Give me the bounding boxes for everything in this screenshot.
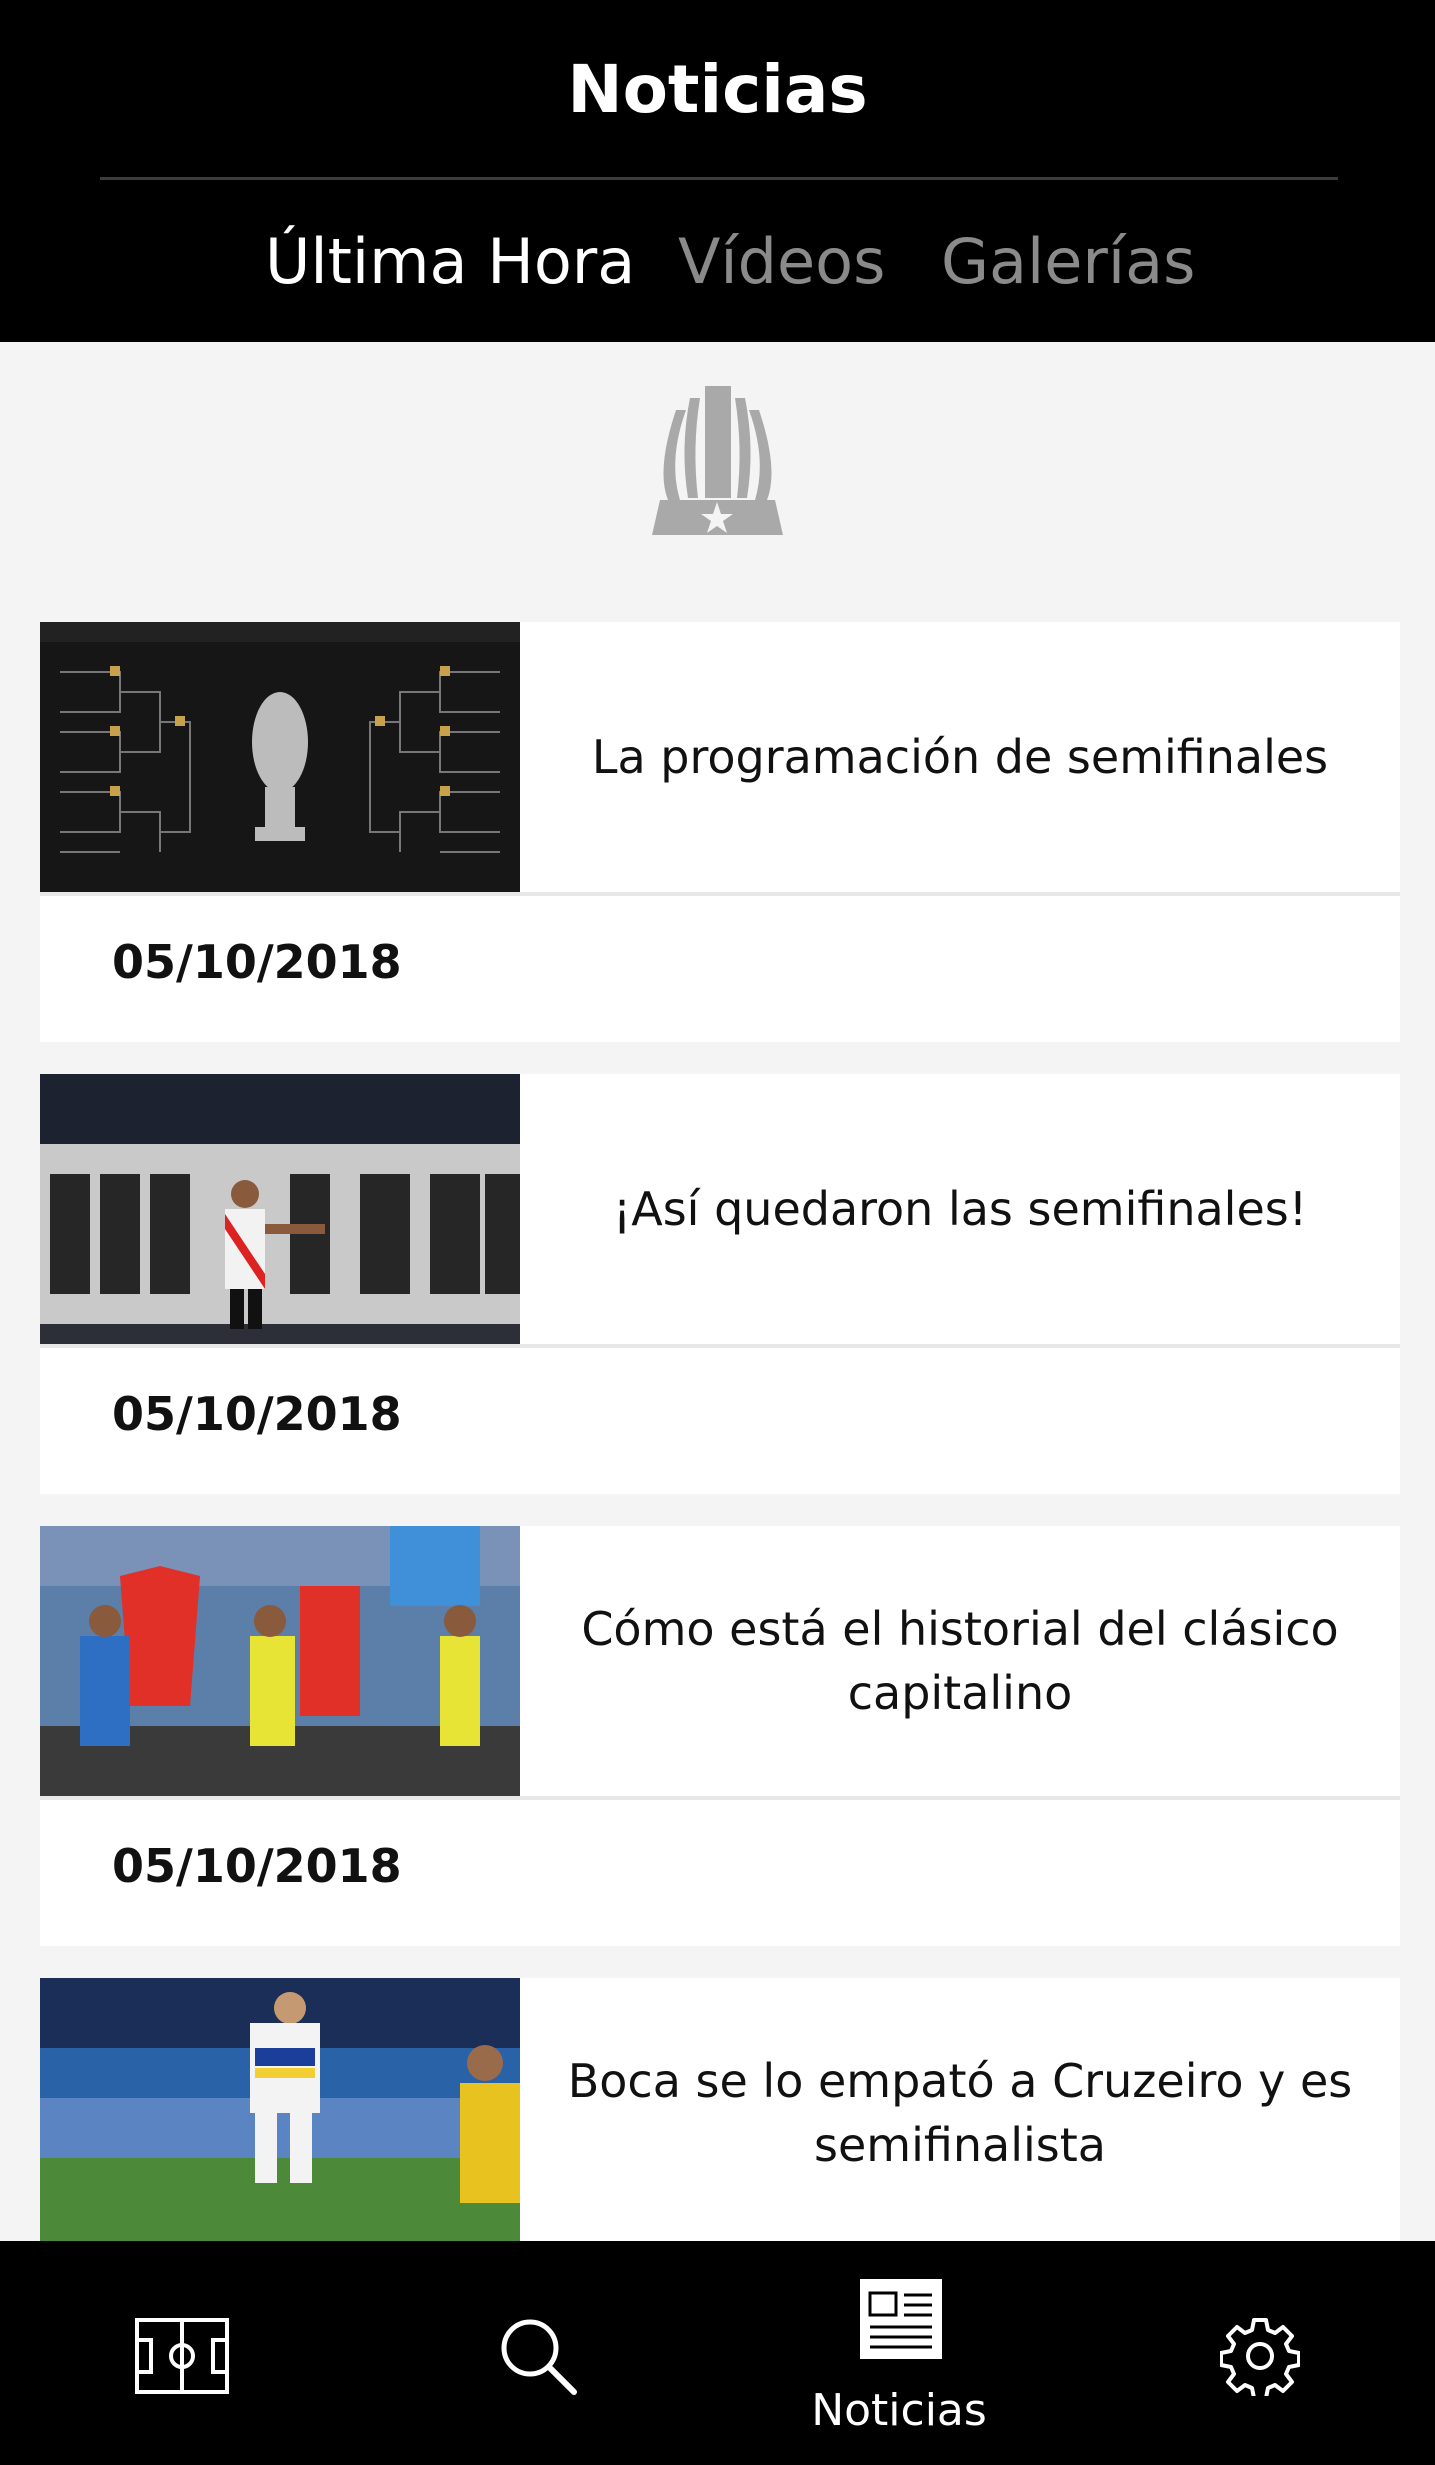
- tab-galerias[interactable]: Galerías: [941, 212, 1195, 312]
- gear-icon: [1220, 2318, 1300, 2396]
- news-card[interactable]: La programación de semifinales 05/10/201…: [40, 622, 1400, 1042]
- top-header: Noticias Última Hora Vídeos Galerías: [0, 0, 1435, 342]
- card-separator: [40, 1796, 1400, 1800]
- tab-partidos[interactable]: [0, 2241, 358, 2465]
- news-headline[interactable]: Boca se lo empató a Cruzeiro y es semifi…: [520, 1978, 1400, 2248]
- news-headline[interactable]: La programación de semifinales: [520, 622, 1400, 892]
- news-card[interactable]: Cómo está el historial del clásico capit…: [40, 1526, 1400, 1946]
- bracket-thumbnail: [40, 622, 520, 892]
- news-headline[interactable]: Cómo está el historial del clásico capit…: [520, 1526, 1400, 1796]
- trophy-logo-icon: [650, 380, 785, 540]
- news-headline[interactable]: ¡Así quedaron las semifinales!: [520, 1074, 1400, 1344]
- tab-noticias[interactable]: Noticias: [720, 2241, 1078, 2465]
- news-date: 05/10/2018: [112, 1387, 402, 1441]
- tab-ajustes[interactable]: [1077, 2241, 1435, 2465]
- player-celebration-thumbnail: [40, 1074, 520, 1344]
- news-date: 05/10/2018: [112, 1839, 402, 1893]
- tab-videos[interactable]: Vídeos: [678, 212, 885, 312]
- field-icon: [135, 2318, 229, 2394]
- card-separator: [40, 1344, 1400, 1348]
- page-title: Noticias: [567, 51, 868, 128]
- card-separator: [40, 892, 1400, 896]
- search-icon: [501, 2319, 577, 2395]
- tab-ultima-hora[interactable]: Última Hora: [265, 212, 635, 312]
- match-thumbnail: [40, 1978, 520, 2248]
- tab-buscar[interactable]: [358, 2241, 716, 2465]
- tab-noticias-label: Noticias: [811, 2385, 987, 2436]
- news-date: 05/10/2018: [112, 935, 402, 989]
- header-divider: [100, 177, 1338, 180]
- news-card[interactable]: ¡Así quedaron las semifinales! 05/10/201…: [40, 1074, 1400, 1494]
- news-tabs: Última Hora Vídeos Galerías: [0, 212, 1435, 312]
- jerseys-thumbnail: [40, 1526, 520, 1796]
- newspaper-icon: [860, 2279, 942, 2359]
- bottom-tab-bar: Noticias: [0, 2241, 1435, 2465]
